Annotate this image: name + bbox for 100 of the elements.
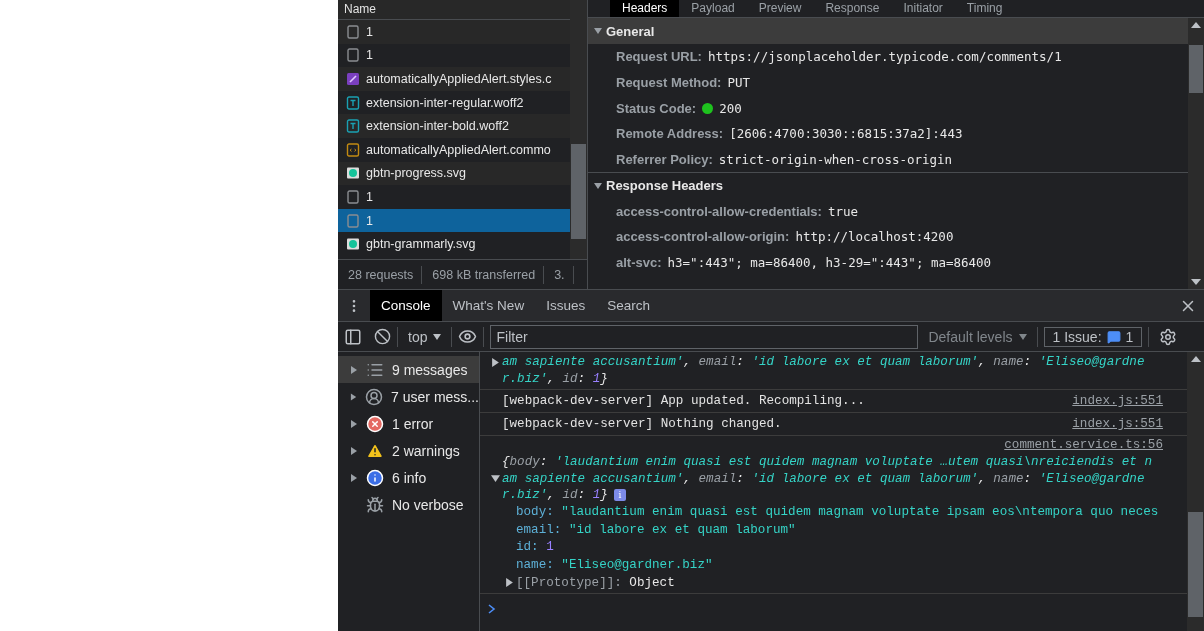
- scroll-up-icon[interactable]: [1191, 22, 1201, 28]
- sidebar-item[interactable]: 2 warnings: [338, 437, 479, 464]
- details-tab[interactable]: Response: [813, 0, 892, 17]
- source-link[interactable]: index.js:551: [1072, 394, 1163, 408]
- request-row[interactable]: automaticallyAppliedAlert.styles.c: [338, 67, 570, 91]
- column-header[interactable]: Name: [338, 0, 570, 20]
- section-title: Response Headers: [606, 178, 724, 194]
- scrollbar-thumb[interactable]: [571, 144, 586, 239]
- user-icon: [365, 387, 384, 406]
- scrollbar-thumb[interactable]: [1188, 512, 1203, 617]
- details-tab[interactable]: Initiator: [891, 0, 955, 17]
- header-name: Referrer Policy:: [616, 152, 713, 168]
- file-icon: [346, 213, 360, 228]
- section-header[interactable]: General: [588, 18, 1188, 44]
- filter-field[interactable]: Filter: [490, 324, 919, 349]
- file-icon: [346, 24, 360, 39]
- request-name: extension-inter-regular.woff2: [366, 95, 524, 110]
- object-property: [[Prototype]]: Object: [516, 575, 675, 590]
- request-name: 1: [366, 213, 373, 228]
- header-value: https://jsonplaceholder.typicode.com/comments/1: [707, 49, 1062, 65]
- expand-arrow-icon[interactable]: [491, 474, 500, 484]
- file-icon: [346, 237, 360, 252]
- clear-icon[interactable]: [374, 328, 391, 345]
- file-icon: [346, 142, 360, 157]
- expand-arrow-icon[interactable]: [491, 357, 500, 367]
- expand-arrow-icon[interactable]: [350, 392, 358, 401]
- header-value: [2606:4700:3030::6815:37a2]:443: [729, 126, 963, 142]
- drawer-tab[interactable]: What's New: [441, 290, 536, 321]
- summary-text: 28 requests: [338, 265, 423, 284]
- eye-icon[interactable]: [458, 327, 478, 346]
- expand-arrow-icon[interactable]: [350, 419, 358, 428]
- sidebar-item[interactable]: No verbose: [338, 491, 479, 518]
- summary-text: 3.: [544, 265, 574, 284]
- header-value: PUT: [727, 75, 751, 91]
- request-name: extension-inter-bold.woff2: [366, 119, 509, 134]
- expand-arrow-icon[interactable]: [505, 578, 514, 588]
- header-name: Status Code:: [616, 100, 697, 116]
- sidebar-icon[interactable]: [344, 327, 362, 346]
- scroll-up-icon[interactable]: [1190, 356, 1201, 362]
- scrollbar-thumb[interactable]: [1189, 44, 1203, 93]
- log-message: [webpack-dev-server] Nothing changed.: [502, 417, 782, 431]
- context-dropdown[interactable]: top: [404, 328, 446, 345]
- header-value: http://localhost:4200: [795, 229, 954, 245]
- object-property: body: "laudantium enim quasi est quidem magnam voluptate ipsam eos\ntempora quo neces: [515, 504, 1160, 522]
- info-icon: [366, 468, 384, 487]
- file-icon: [346, 166, 360, 181]
- drawer-tab[interactable]: Search: [596, 290, 661, 321]
- sidebar-item[interactable]: 9 messages: [338, 356, 479, 383]
- file-icon: [346, 119, 360, 134]
- header-name: alt-svc:: [616, 255, 662, 271]
- request-name: 1: [366, 189, 373, 204]
- header-value: h3=":443"; ma=86400, h3-29=":443"; ma=86400: [667, 255, 992, 271]
- scrollbar[interactable]: [570, 0, 587, 259]
- sidebar-item[interactable]: 1 error: [338, 410, 479, 437]
- request-name: gbtn-progress.svg: [366, 166, 467, 181]
- object-property: name: "Eliseo@gardner.biz": [515, 557, 714, 574]
- header-name: access-control-allow-origin:: [616, 229, 790, 245]
- request-name: 1: [366, 24, 373, 39]
- expand-arrow-icon[interactable]: [350, 446, 358, 455]
- issues-button[interactable]: 1 Issue: 1: [1043, 326, 1143, 347]
- header-value: 200: [719, 100, 742, 116]
- header-name: Request URL:: [616, 49, 702, 65]
- request-name: gbtn-grammarly.svg: [366, 237, 476, 252]
- drawer-tab[interactable]: Console: [370, 290, 442, 321]
- details-tab[interactable]: Payload: [679, 0, 747, 17]
- file-icon: [346, 72, 360, 86]
- request-row[interactable]: 1: [338, 20, 570, 44]
- scrollbar[interactable]: [1187, 352, 1204, 631]
- sidebar-item[interactable]: 6 info: [338, 464, 479, 491]
- caret-icon: [433, 333, 442, 340]
- bug-icon: [366, 495, 384, 514]
- section-title: General: [606, 23, 655, 39]
- request-row[interactable]: extension-inter-bold.woff2: [338, 114, 570, 138]
- settings-icon[interactable]: [1159, 327, 1178, 346]
- object-preview: am sapiente accusantium', email: 'id labore ex et quam laborum', name: 'Eliseo@gardne: [502, 471, 1145, 486]
- request-name: automaticallyAppliedAlert.styles.c: [366, 72, 552, 86]
- expand-arrow-icon[interactable]: [350, 473, 358, 482]
- header-name: Request Method:: [616, 75, 722, 91]
- details-tab[interactable]: Preview: [746, 0, 814, 17]
- source-link[interactable]: comment.service.ts:56: [1004, 438, 1163, 454]
- expand-arrow-icon[interactable]: [350, 365, 358, 374]
- file-icon: [346, 95, 360, 110]
- header-name: access-control-allow-credentials:: [616, 203, 822, 219]
- log-message: [webpack-dev-server] App updated. Recompiling...: [502, 394, 865, 408]
- details-tab[interactable]: Headers: [610, 0, 680, 17]
- details-tab[interactable]: Timing: [954, 0, 1015, 17]
- scrollbar[interactable]: [1188, 18, 1204, 289]
- scroll-down-icon[interactable]: [1191, 279, 1201, 285]
- request-row[interactable]: gbtn-progress.svg: [338, 161, 570, 186]
- prompt-icon: [488, 604, 496, 615]
- section-header[interactable]: Response Headers: [588, 172, 1188, 199]
- levels-dropdown[interactable]: Default levels: [924, 328, 1031, 345]
- drawer-tab[interactable]: Issues: [535, 290, 597, 321]
- object-preview: am sapiente accusantium', email: 'id labore ex et quam laborum', name: 'Eliseo@gardne: [502, 355, 1145, 370]
- object-property: id: 1: [515, 539, 555, 557]
- message-icon: [1106, 329, 1121, 344]
- request-row[interactable]: 1: [338, 208, 570, 233]
- header-value: strict-origin-when-cross-origin: [718, 152, 953, 168]
- sidebar-item[interactable]: 7 user mess...: [338, 383, 479, 410]
- source-link[interactable]: index.js:551: [1072, 417, 1163, 431]
